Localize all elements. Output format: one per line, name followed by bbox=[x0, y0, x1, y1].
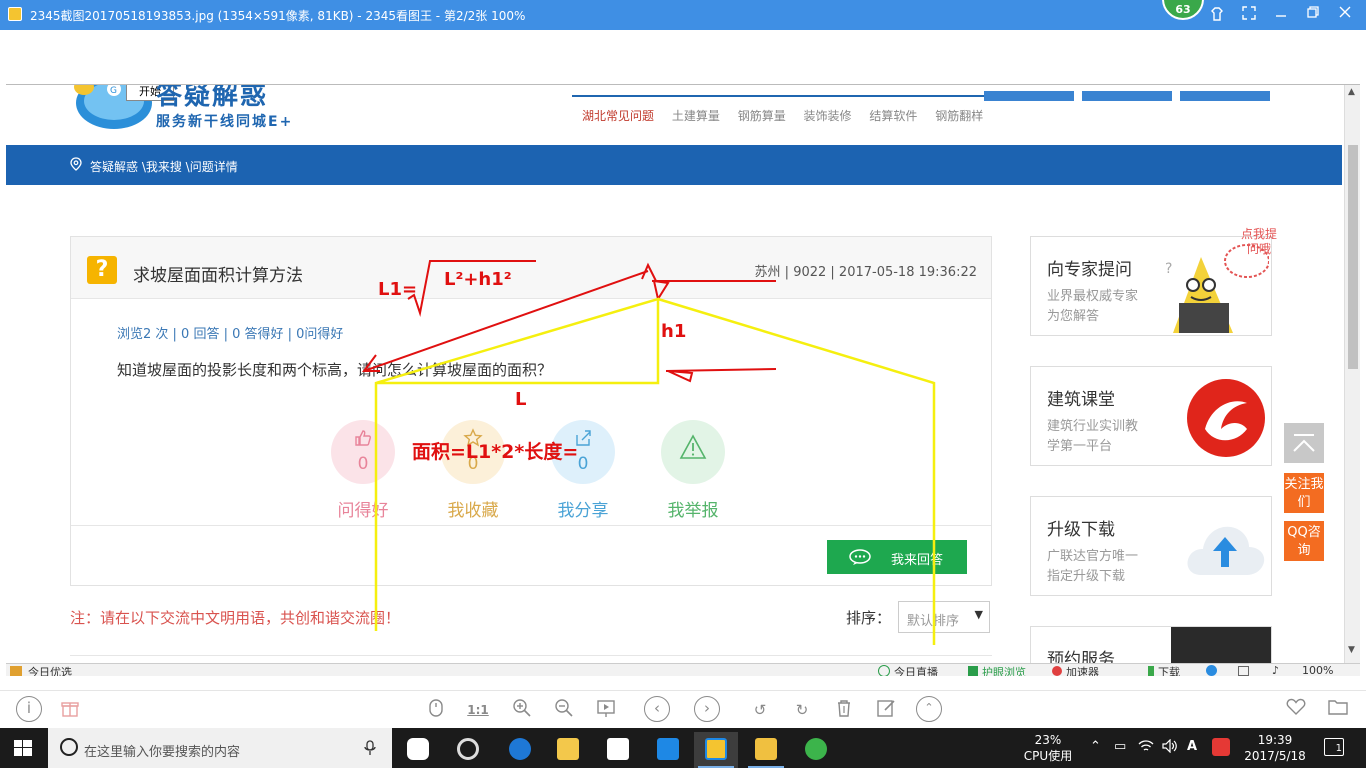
rotate-left-icon[interactable]: ↺ bbox=[748, 698, 772, 722]
volume-icon[interactable] bbox=[1162, 738, 1178, 757]
taskbar-app-green[interactable] bbox=[794, 732, 838, 768]
battery-icon[interactable]: ▭ bbox=[1114, 739, 1126, 754]
annotation-l: L bbox=[515, 389, 527, 410]
annotation-roof-right bbox=[657, 297, 936, 645]
annotation-top-triangle bbox=[652, 279, 670, 302]
windows-taskbar: 在这里输入你要搜索的内容 23% CPU使用 ⌃ ▭ A 19:39 2017/… bbox=[0, 728, 1366, 768]
displayed-image[interactable]: G 开始 答疑解惑 服务新干线同城E+ 湖北常见问题 土建算量 钢筋算量 装饰装… bbox=[6, 84, 1360, 676]
clock-time: 19:39 bbox=[1257, 733, 1293, 747]
skin-icon[interactable] bbox=[1208, 6, 1226, 24]
annotation-l1: L1= bbox=[378, 279, 418, 300]
taskbar-app-browser[interactable] bbox=[446, 732, 490, 768]
viewer-window-title: 2345截图20170518193853.jpg (1354×591像素, 81… bbox=[30, 9, 526, 23]
cpu-label: CPU使用 bbox=[1023, 749, 1073, 763]
taskbar-search-placeholder: 在这里输入你要搜索的内容 bbox=[84, 745, 241, 760]
taskbar-app-explorer[interactable] bbox=[546, 732, 590, 768]
mouse-mode-icon[interactable] bbox=[424, 698, 448, 722]
close-button[interactable] bbox=[1336, 6, 1354, 24]
cpu-percent: 23% bbox=[1034, 733, 1062, 747]
taskbar-app-image-viewer[interactable] bbox=[694, 732, 738, 768]
cpu-meter[interactable]: 23% CPU使用 bbox=[1022, 732, 1074, 764]
annotation-root-content: L²+h1² bbox=[444, 269, 512, 290]
viewer-toolbar: i 1:1 ‹ › ↺ ↻ ⌃ bbox=[0, 690, 1366, 728]
annotation-drawing bbox=[362, 260, 936, 645]
previous-image-icon[interactable]: ‹ bbox=[644, 696, 670, 722]
next-image-icon[interactable]: › bbox=[694, 696, 720, 722]
actual-size-button[interactable]: 1:1 bbox=[466, 698, 490, 722]
annotation-bottom-arrow bbox=[665, 368, 777, 383]
annotation-h1: h1 bbox=[661, 321, 687, 342]
taskbar-search-box[interactable]: 在这里输入你要搜索的内容 bbox=[48, 728, 392, 768]
slideshow-icon[interactable] bbox=[594, 698, 618, 722]
action-center-icon[interactable]: 1 bbox=[1324, 738, 1344, 756]
gift-icon[interactable] bbox=[58, 698, 82, 722]
taskbar-app-edge[interactable] bbox=[498, 732, 542, 768]
favorite-heart-icon[interactable] bbox=[1284, 698, 1308, 722]
taskbar-app-paint[interactable] bbox=[396, 732, 440, 768]
restore-button[interactable] bbox=[1304, 6, 1322, 24]
notification-badge[interactable]: 63 bbox=[1162, 0, 1204, 20]
fullscreen-icon[interactable] bbox=[1240, 6, 1258, 24]
wifi-icon[interactable] bbox=[1138, 739, 1154, 757]
taskbar-app-blue[interactable] bbox=[646, 732, 690, 768]
sogou-input-icon[interactable] bbox=[1212, 738, 1230, 756]
more-up-icon[interactable]: ⌃ bbox=[916, 696, 942, 722]
zoom-in-icon[interactable] bbox=[510, 698, 534, 722]
annotation-top-arrow bbox=[641, 262, 657, 282]
delete-icon[interactable] bbox=[832, 698, 856, 722]
system-clock[interactable]: 19:39 2017/5/18 bbox=[1244, 732, 1306, 764]
rotate-right-icon[interactable]: ↻ bbox=[790, 698, 814, 722]
microphone-icon[interactable] bbox=[364, 740, 376, 760]
tray-expand-icon[interactable]: ⌃ bbox=[1090, 739, 1101, 754]
taskbar-app-store[interactable] bbox=[596, 732, 640, 768]
annotation-area-formula: 面积=L1*2*长度= bbox=[412, 441, 579, 463]
ime-indicator[interactable]: A bbox=[1187, 739, 1197, 754]
clock-date: 2017/5/18 bbox=[1244, 749, 1306, 763]
edit-icon[interactable] bbox=[874, 698, 898, 722]
zoom-out-icon[interactable] bbox=[552, 698, 576, 722]
annotation-roof-left bbox=[374, 297, 660, 631]
windows-start-icon[interactable] bbox=[14, 740, 32, 756]
viewer-app-icon bbox=[8, 7, 22, 21]
folder-icon[interactable] bbox=[1326, 698, 1350, 722]
cortana-icon bbox=[60, 738, 78, 756]
taskbar-app-notes[interactable] bbox=[744, 732, 788, 768]
minimize-button[interactable] bbox=[1272, 6, 1290, 24]
viewer-title-bar: 2345截图20170518193853.jpg (1354×591像素, 81… bbox=[0, 0, 1366, 30]
info-icon[interactable]: i bbox=[16, 696, 42, 722]
